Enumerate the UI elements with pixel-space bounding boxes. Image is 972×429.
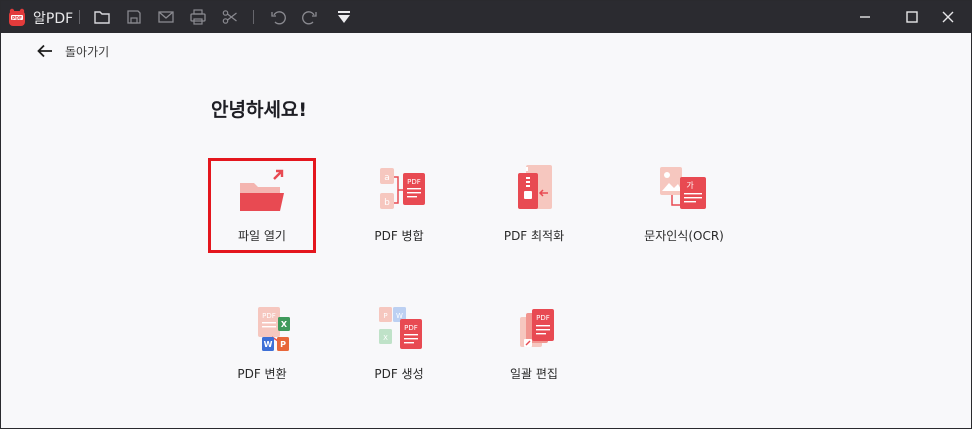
- toolbar-divider: [253, 10, 254, 24]
- print-icon[interactable]: [188, 7, 208, 27]
- svg-text:P: P: [280, 340, 286, 349]
- minimize-icon[interactable]: [842, 1, 888, 33]
- ocr-icon: 가: [660, 167, 706, 209]
- svg-text:W: W: [396, 312, 403, 320]
- folder-icon[interactable]: [92, 7, 112, 27]
- svg-text:가: 가: [686, 181, 694, 190]
- scissors-icon[interactable]: [220, 7, 240, 27]
- mail-icon[interactable]: [156, 7, 176, 27]
- pdf-optimize-icon: [518, 165, 552, 209]
- tile-label: PDF 최적화: [503, 229, 565, 243]
- svg-text:X: X: [281, 320, 288, 329]
- tile-label: PDF 변환: [237, 367, 287, 381]
- back-button[interactable]: 돌아가기: [37, 41, 109, 61]
- pdf-merge-icon: a b PDF: [380, 168, 425, 209]
- batch-edit-tile[interactable]: PDF 일괄 편집: [479, 301, 589, 397]
- svg-text:PDF: PDF: [536, 314, 550, 322]
- svg-text:PDF: PDF: [262, 312, 276, 320]
- toolbar-divider: [79, 10, 80, 24]
- title-bar: PDF 알PDF: [1, 1, 971, 33]
- app-title: 알PDF: [33, 11, 74, 27]
- svg-text:b: b: [384, 198, 390, 208]
- tile-label: 문자인식(OCR): [644, 229, 724, 243]
- app-window: PDF 알PDF 돌아가기 안녕하세요! 파일 열기 a b PDF PDF 병…: [0, 0, 972, 429]
- pdf-create-tile[interactable]: P W X PDF PDF 생성: [344, 301, 454, 397]
- tile-label: PDF 생성: [374, 367, 424, 381]
- svg-text:PDF: PDF: [12, 15, 22, 21]
- svg-text:W: W: [264, 340, 273, 349]
- redo-icon[interactable]: [300, 7, 320, 27]
- pdf-optimize-tile[interactable]: PDF 최적화: [479, 163, 589, 259]
- pdf-merge-tile[interactable]: a b PDF PDF 병합: [344, 163, 454, 259]
- ocr-tile[interactable]: 가 문자인식(OCR): [629, 163, 739, 259]
- pdf-create-icon: P W X PDF: [379, 307, 422, 349]
- tile-label: 일괄 편집: [510, 367, 558, 381]
- svg-text:PDF: PDF: [407, 178, 421, 186]
- pdf-convert-tile[interactable]: PDF X W P PDF 변환: [207, 301, 317, 397]
- svg-text:PDF: PDF: [404, 324, 418, 332]
- save-icon[interactable]: [124, 7, 144, 27]
- svg-text:P: P: [383, 312, 387, 320]
- back-label: 돌아가기: [65, 44, 110, 59]
- dropdown-icon[interactable]: [334, 7, 354, 27]
- svg-text:X: X: [383, 334, 388, 342]
- arrow-left-icon: [37, 44, 52, 58]
- close-icon[interactable]: [925, 1, 971, 33]
- app-logo-icon: PDF: [7, 7, 27, 27]
- svg-text:a: a: [384, 173, 390, 183]
- tile-label: PDF 병합: [374, 229, 424, 243]
- selection-highlight: [208, 158, 316, 253]
- undo-icon[interactable]: [268, 7, 288, 27]
- pdf-convert-icon: PDF X W P: [258, 307, 290, 351]
- page-title: 안녕하세요!: [211, 99, 308, 121]
- batch-edit-icon: PDF: [520, 309, 554, 347]
